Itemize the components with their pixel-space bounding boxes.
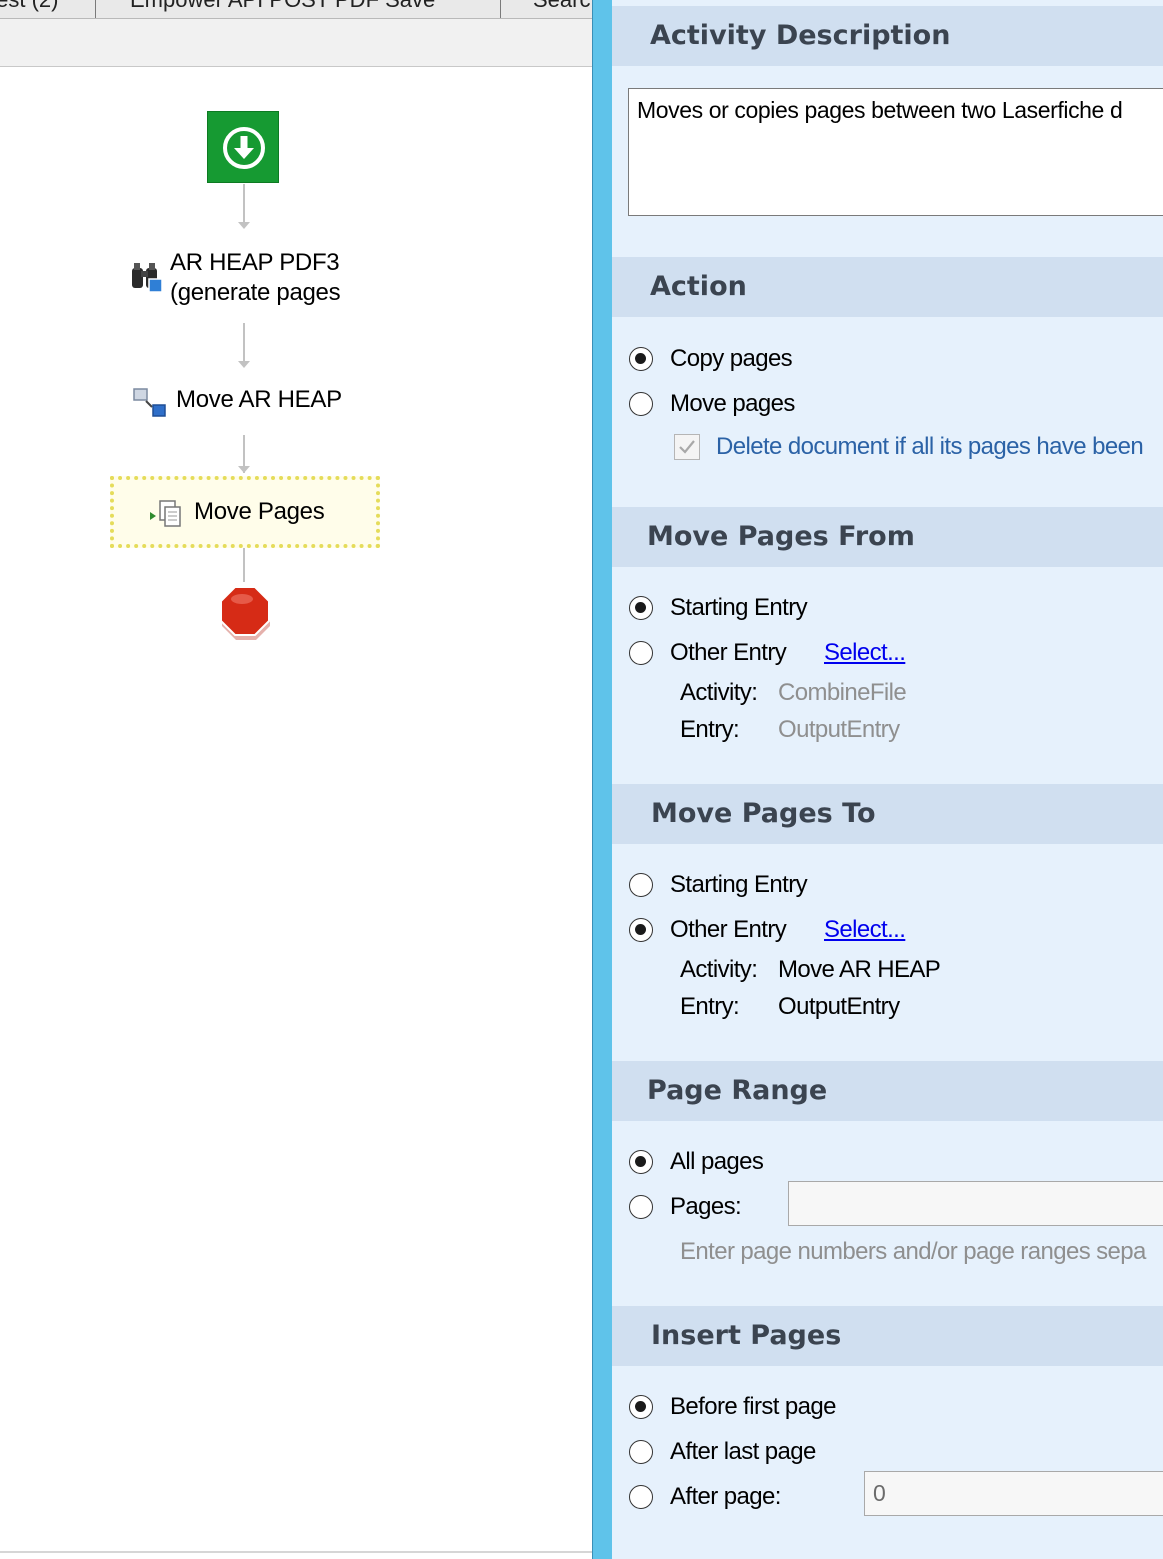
designer-bottom-border: [0, 1551, 592, 1553]
section-title: Activity Description: [650, 20, 951, 51]
checkmark-icon: [679, 440, 695, 454]
activity-description-textbox[interactable]: Moves or copies pages between two Laserf…: [628, 88, 1163, 216]
section-title: Move Pages To: [651, 798, 876, 829]
flow-arrow: [238, 466, 250, 473]
radio-label-to-other-entry[interactable]: Other Entry: [670, 915, 787, 945]
radio-label-to-starting-entry[interactable]: Starting Entry: [670, 870, 808, 900]
radio-label-copy-pages[interactable]: Copy pages: [670, 344, 793, 374]
section-header-move-pages-to: Move Pages To: [612, 784, 1163, 844]
section-header-page-range: Page Range: [612, 1061, 1163, 1121]
flow-arrow: [238, 361, 250, 368]
radio-copy-pages[interactable]: [629, 347, 653, 371]
from-entry-key: Entry:: [680, 716, 740, 743]
properties-pane: Activity Description Moves or copies pag…: [612, 0, 1163, 1559]
to-activity-value: Move AR HEAP: [778, 956, 941, 983]
radio-pages[interactable]: [629, 1195, 653, 1219]
section-title: Action: [650, 271, 747, 302]
radio-after-last-page[interactable]: [629, 1440, 653, 1464]
tab-separator: [95, 0, 96, 18]
delete-document-label[interactable]: Delete document if all its pages have be…: [716, 432, 1144, 462]
after-page-number-input[interactable]: 0: [864, 1471, 1163, 1516]
section-title: Move Pages From: [647, 521, 915, 552]
tab-search[interactable]: Searc: [533, 0, 590, 15]
delete-document-checkbox[interactable]: [674, 434, 700, 460]
tab-test-2[interactable]: test (2): [0, 0, 58, 15]
page-range-hint: Enter page numbers and/or page ranges se…: [680, 1238, 1146, 1265]
move-pages-icon: [148, 499, 188, 534]
radio-label-pages[interactable]: Pages:: [670, 1192, 742, 1222]
move-entry-icon: [133, 387, 169, 426]
flow-connector: [243, 184, 245, 222]
section-title: Insert Pages: [651, 1320, 842, 1351]
to-entry-value: OutputEntry: [778, 993, 900, 1020]
to-entry-key: Entry:: [680, 993, 740, 1020]
tab-separator: [500, 0, 501, 18]
radio-label-after-page[interactable]: After page:: [670, 1482, 781, 1512]
flow-connector: [243, 548, 245, 582]
radio-before-first-page[interactable]: [629, 1395, 653, 1419]
activity-label-move-pages[interactable]: Move Pages: [194, 496, 325, 527]
from-activity-value: CombineFile: [778, 679, 907, 706]
flow-connector: [243, 323, 245, 361]
activity-label-search-line2[interactable]: (generate pages: [170, 277, 341, 308]
tab-empower-api-post-pdf-save[interactable]: Empower API POST PDF Save: [130, 0, 435, 15]
from-select-link[interactable]: Select...: [824, 638, 906, 668]
radio-label-before-first-page[interactable]: Before first page: [670, 1392, 837, 1422]
section-header-insert-pages: Insert Pages: [612, 1306, 1163, 1366]
activity-label-search[interactable]: AR HEAP PDF3: [170, 247, 340, 278]
radio-label-all-pages[interactable]: All pages: [670, 1147, 764, 1177]
radio-label-after-last-page[interactable]: After last page: [670, 1437, 816, 1467]
to-select-link[interactable]: Select...: [824, 915, 906, 945]
pages-input[interactable]: [788, 1181, 1163, 1226]
radio-after-page[interactable]: [629, 1485, 653, 1509]
section-title: Page Range: [647, 1075, 828, 1106]
radio-move-pages[interactable]: [629, 392, 653, 416]
activity-label-move-entry[interactable]: Move AR HEAP: [176, 384, 342, 415]
radio-label-from-other-entry[interactable]: Other Entry: [670, 638, 787, 668]
start-node[interactable]: [207, 111, 279, 183]
from-entry-value: OutputEntry: [778, 716, 900, 743]
to-activity-key: Activity:: [680, 956, 758, 983]
from-activity-key: Activity:: [680, 679, 758, 706]
radio-from-starting-entry[interactable]: [629, 596, 653, 620]
radio-label-move-pages[interactable]: Move pages: [670, 389, 795, 419]
designer-toolbar: [0, 19, 592, 67]
section-header-activity-description: Activity Description: [612, 6, 1163, 66]
document-tab-bar: test (2) Empower API POST PDF Save Searc: [0, 0, 592, 19]
binoculars-icon: [129, 259, 165, 300]
radio-from-other-entry[interactable]: [629, 641, 653, 665]
radio-to-starting-entry[interactable]: [629, 873, 653, 897]
flow-arrow: [238, 222, 250, 229]
section-header-action: Action: [612, 257, 1163, 317]
workflow-designer-pane: test (2) Empower API POST PDF Save Searc…: [0, 0, 592, 1559]
radio-to-other-entry[interactable]: [629, 918, 653, 942]
stop-sign-icon[interactable]: [218, 585, 272, 646]
section-header-move-pages-from: Move Pages From: [612, 507, 1163, 567]
pane-splitter[interactable]: [592, 0, 612, 1559]
radio-label-from-starting-entry[interactable]: Starting Entry: [670, 593, 808, 623]
download-arrow-icon: [223, 127, 265, 169]
radio-all-pages[interactable]: [629, 1150, 653, 1174]
